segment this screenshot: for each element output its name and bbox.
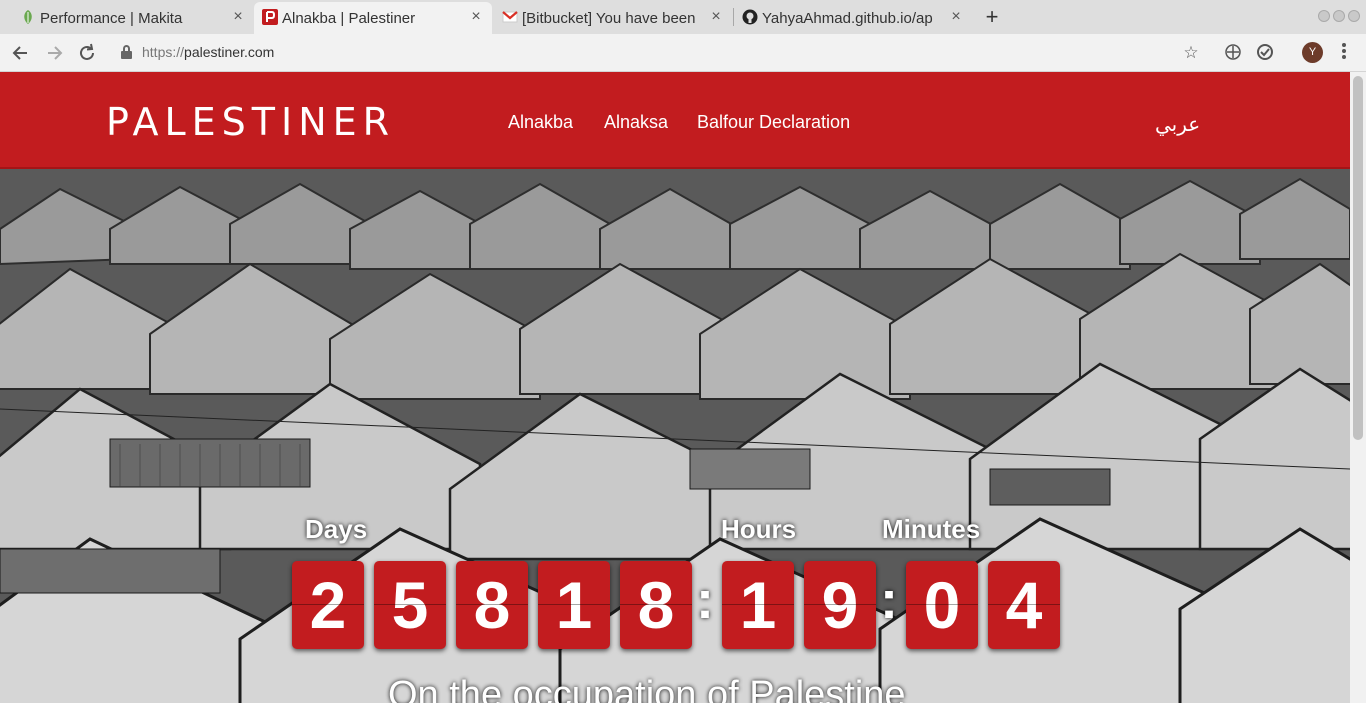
minutes-label: Minutes <box>882 514 981 544</box>
close-window-button[interactable] <box>1348 10 1360 22</box>
countdown-separator: : <box>880 570 898 630</box>
days-digit: 1 <box>538 561 610 649</box>
makita-leaf-icon <box>24 10 32 24</box>
close-tab-icon[interactable]: × <box>468 8 484 26</box>
profile-avatar[interactable]: Y <box>1302 42 1323 63</box>
extension-sync-icon[interactable] <box>1255 43 1275 66</box>
page-scrollbar[interactable] <box>1350 72 1366 703</box>
address-bar[interactable]: https://palestiner.com <box>108 38 1208 68</box>
tab-title: [Bitbucket] You have been <box>522 9 696 27</box>
hero-tagline: On the occupation of Palestine <box>388 674 906 703</box>
minimize-window-button[interactable] <box>1318 10 1330 22</box>
nav-link-alnaksa[interactable]: Alnaksa <box>604 112 668 133</box>
tab-bitbucket[interactable]: [Bitbucket] You have been × <box>494 2 732 34</box>
close-tab-icon[interactable]: × <box>230 8 246 26</box>
language-switch-arabic[interactable]: عربي <box>1155 112 1200 137</box>
url-text: https://palestiner.com <box>142 44 275 60</box>
minutes-digit: 4 <box>988 561 1060 649</box>
tab-github[interactable]: YahyaAhmad.github.io/ap × <box>734 2 972 34</box>
minutes-digit: 0 <box>906 561 978 649</box>
back-arrow-icon <box>12 46 27 60</box>
browser-tab-strip: Performance | Makita × Alnakba | Palesti… <box>0 0 1366 34</box>
days-digit: 5 <box>374 561 446 649</box>
tab-title: Performance | Makita <box>40 9 183 27</box>
forward-arrow-icon <box>48 46 63 60</box>
browser-toolbar: https://palestiner.com ☆ Y <box>0 34 1366 72</box>
days-digit: 2 <box>292 561 364 649</box>
browser-menu-icon[interactable] <box>1342 43 1346 61</box>
site-logo[interactable]: PALESTINER <box>106 100 395 144</box>
countdown-separator: : <box>696 570 714 630</box>
tab-title: YahyaAhmad.github.io/ap <box>762 9 933 27</box>
tab-title: Alnakba | Palestiner <box>282 9 416 27</box>
extension-move-icon[interactable] <box>1223 43 1243 66</box>
reload-icon <box>80 43 94 60</box>
close-tab-icon[interactable]: × <box>708 8 724 26</box>
site-header: PALESTINER Alnakba Alnaksa Balfour Decla… <box>0 72 1350 169</box>
maximize-window-button[interactable] <box>1333 10 1345 22</box>
hours-label: Hours <box>721 514 797 544</box>
close-tab-icon[interactable]: × <box>948 8 964 26</box>
reload-button[interactable] <box>76 42 98 64</box>
hours-digit: 9 <box>804 561 876 649</box>
new-tab-button[interactable]: + <box>982 4 1002 30</box>
palestiner-favicon-icon <box>262 9 278 25</box>
tab-alnakba-palestiner[interactable]: Alnakba | Palestiner × <box>254 2 492 34</box>
github-icon <box>742 9 758 25</box>
nav-link-alnakba[interactable]: Alnakba <box>508 112 573 133</box>
days-label: Days <box>305 514 368 544</box>
tab-performance-makita[interactable]: Performance | Makita × <box>12 2 254 34</box>
back-button[interactable] <box>10 42 32 64</box>
nav-link-balfour-declaration[interactable]: Balfour Declaration <box>697 112 850 133</box>
page-viewport: PALESTINER Alnakba Alnaksa Balfour Decla… <box>0 72 1350 703</box>
bookmark-star-icon[interactable]: ☆ <box>1181 43 1201 63</box>
forward-button[interactable] <box>43 42 65 64</box>
hours-digit: 1 <box>722 561 794 649</box>
gmail-icon <box>502 11 518 23</box>
days-digit: 8 <box>620 561 692 649</box>
lock-icon <box>121 45 132 59</box>
days-digit: 8 <box>456 561 528 649</box>
hero-refugee-camp-photo: Days Hours Minutes 2 5 8 1 8 : 1 9 : 0 4… <box>0 169 1350 703</box>
scrollbar-thumb[interactable] <box>1353 76 1363 440</box>
